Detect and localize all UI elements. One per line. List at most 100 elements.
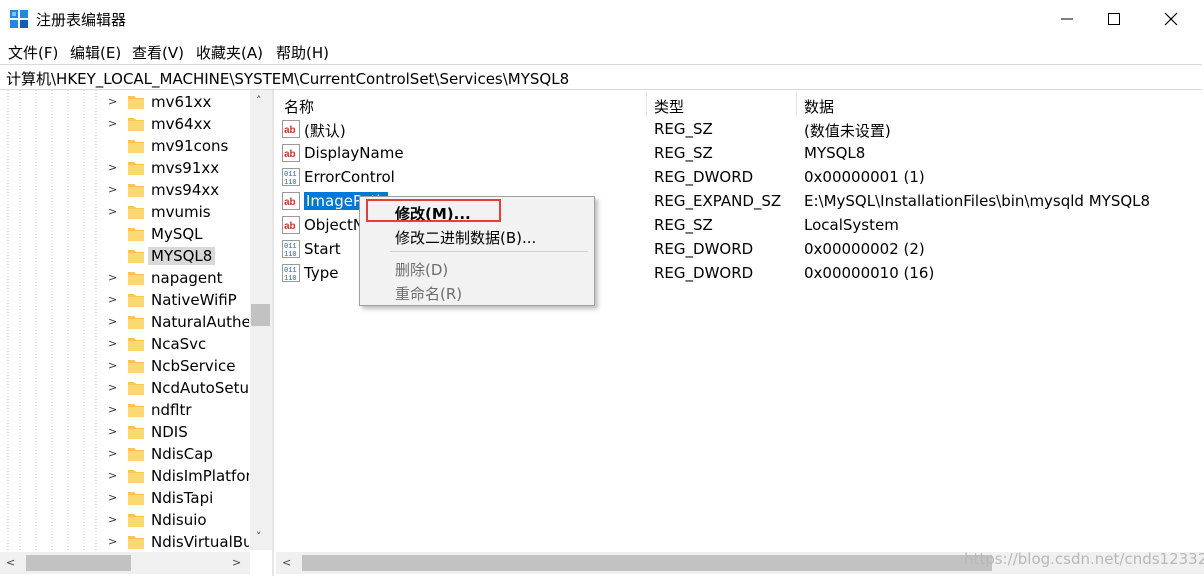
expand-chevron-icon[interactable]: >: [108, 359, 117, 372]
value-list-pane[interactable]: 名称 类型 数据 ab (默认) REG_SZ (数值未设置) ab DisplayNam…: [276, 90, 1204, 576]
maximize-icon: [1108, 13, 1120, 25]
svg-text:110: 110: [284, 179, 297, 186]
tree-item[interactable]: > NdisVirtualBu: [0, 531, 250, 553]
value-row[interactable]: 011 110 ErrorControl REG_DWORD 0x00000001 (1…: [276, 165, 1204, 189]
tree-item[interactable]: > mvs94xx: [0, 179, 250, 201]
value-type: REG_SZ: [654, 144, 713, 162]
expand-chevron-icon[interactable]: >: [108, 535, 117, 548]
value-name: (默认): [304, 122, 346, 140]
value-data: 0x00000010 (16): [804, 264, 935, 282]
menu-item-modify-binary[interactable]: 修改二进制数据(B)...: [395, 227, 536, 248]
tree-item-label: mv64xx: [151, 115, 212, 133]
folder-icon: [128, 514, 144, 527]
value-type: REG_SZ: [654, 216, 713, 234]
expand-chevron-icon[interactable]: >: [108, 381, 117, 394]
expand-chevron-icon[interactable]: >: [108, 403, 117, 416]
tree-horizontal-thumb[interactable]: [26, 555, 131, 571]
key-tree-pane[interactable]: > mv61xx > mv64xx mv91cons > mvs91xx > mvs94xx > m…: [0, 90, 274, 576]
value-data: 0x00000001 (1): [804, 168, 925, 186]
minimize-button[interactable]: [1044, 0, 1090, 38]
tree-item[interactable]: mv91cons: [0, 135, 250, 157]
folder-icon: [128, 536, 144, 549]
expand-chevron-icon[interactable]: >: [108, 425, 117, 438]
expand-chevron-icon[interactable]: >: [108, 271, 117, 284]
tree-vertical-scrollbar[interactable]: ˄ ˅: [250, 90, 272, 550]
svg-text:110: 110: [284, 275, 297, 282]
expand-chevron-icon[interactable]: >: [108, 95, 117, 108]
tree-item[interactable]: > NaturalAuthe: [0, 311, 250, 333]
close-button[interactable]: [1148, 0, 1194, 38]
address-bar[interactable]: 计算机\HKEY_LOCAL_MACHINE\SYSTEM\CurrentCon…: [0, 64, 1202, 90]
tree-item[interactable]: > NDIS: [0, 421, 250, 443]
tree-item-label: NcdAutoSetu: [151, 379, 249, 397]
tree-item-label: NativeWifiP: [151, 291, 237, 309]
tree-item[interactable]: MYSQL8: [0, 245, 250, 267]
scroll-down-icon[interactable]: ˅: [256, 530, 262, 543]
folder-icon: [128, 316, 144, 329]
tree-item[interactable]: > Ndisuio: [0, 509, 250, 531]
address-path[interactable]: 计算机\HKEY_LOCAL_MACHINE\SYSTEM\CurrentCon…: [6, 68, 569, 89]
menu-view[interactable]: 查看(V): [132, 42, 184, 63]
tree-item[interactable]: > NdisTapi: [0, 487, 250, 509]
scroll-right-icon[interactable]: >: [232, 556, 241, 569]
value-data: MYSQL8: [804, 144, 866, 162]
value-row[interactable]: ab (默认) REG_SZ (数值未设置): [276, 117, 1204, 141]
tree-horizontal-scrollbar[interactable]: < >: [0, 552, 250, 574]
scroll-up-icon[interactable]: ˄: [256, 94, 262, 107]
tree-item[interactable]: > NativeWifiP: [0, 289, 250, 311]
tree-item-label: napagent: [151, 269, 223, 287]
expand-chevron-icon[interactable]: >: [108, 293, 117, 306]
tree-item[interactable]: > mv64xx: [0, 113, 250, 135]
maximize-button[interactable]: [1091, 0, 1137, 38]
window-title: 注册表编辑器: [36, 11, 127, 29]
registry-editor-icon: [10, 10, 28, 28]
expand-chevron-icon[interactable]: >: [108, 117, 117, 130]
menu-edit[interactable]: 编辑(E): [70, 42, 121, 63]
tree-item-label: mv91cons: [151, 137, 229, 155]
menu-item-rename[interactable]: 重命名(R): [395, 283, 462, 304]
scroll-left-icon[interactable]: <: [282, 556, 291, 569]
folder-icon: [128, 206, 144, 219]
expand-chevron-icon[interactable]: >: [108, 447, 117, 460]
expand-chevron-icon[interactable]: >: [108, 205, 117, 218]
tree-item[interactable]: MySQL: [0, 223, 250, 245]
menu-item-delete[interactable]: 删除(D): [395, 259, 448, 280]
value-data: E:\MySQL\InstallationFiles\bin\mysqld MY…: [804, 192, 1151, 210]
folder-icon: [128, 294, 144, 307]
expand-chevron-icon[interactable]: >: [108, 469, 117, 482]
tree-item[interactable]: > NdisImPlatfor: [0, 465, 250, 487]
tree-item[interactable]: > mvs91xx: [0, 157, 250, 179]
tree-item[interactable]: > NcbService: [0, 355, 250, 377]
column-divider[interactable]: [646, 92, 647, 116]
svg-text:011: 011: [284, 243, 297, 251]
expand-chevron-icon[interactable]: >: [108, 183, 117, 196]
column-header-type[interactable]: 类型: [654, 96, 684, 117]
scroll-left-icon[interactable]: <: [6, 556, 15, 569]
menu-file[interactable]: 文件(F): [8, 42, 58, 63]
string-value-icon: ab: [282, 216, 300, 234]
tree-item[interactable]: > ndfltr: [0, 399, 250, 421]
column-header-data[interactable]: 数据: [804, 96, 834, 117]
list-horizontal-thumb[interactable]: [302, 555, 992, 571]
tree-vertical-thumb[interactable]: [251, 304, 270, 326]
tree-item[interactable]: > NcaSvc: [0, 333, 250, 355]
expand-chevron-icon[interactable]: >: [108, 315, 117, 328]
menu-help[interactable]: 帮助(H): [276, 42, 329, 63]
value-data: 0x00000002 (2): [804, 240, 925, 258]
folder-icon: [128, 448, 144, 461]
column-header-name[interactable]: 名称: [284, 96, 314, 117]
tree-item[interactable]: > NcdAutoSetu: [0, 377, 250, 399]
column-divider[interactable]: [796, 92, 797, 116]
tree-item-label: NcbService: [151, 357, 236, 375]
expand-chevron-icon[interactable]: >: [108, 491, 117, 504]
expand-chevron-icon[interactable]: >: [108, 513, 117, 526]
value-row[interactable]: ab DisplayName REG_SZ MYSQL8: [276, 141, 1204, 165]
tree-item[interactable]: > NdisCap: [0, 443, 250, 465]
menu-favorites[interactable]: 收藏夹(A): [196, 42, 263, 63]
tree-item[interactable]: > napagent: [0, 267, 250, 289]
expand-chevron-icon[interactable]: >: [108, 161, 117, 174]
tree-item[interactable]: > mvumis: [0, 201, 250, 223]
expand-chevron-icon[interactable]: >: [108, 337, 117, 350]
folder-icon: [128, 250, 144, 263]
tree-item[interactable]: > mv61xx: [0, 91, 250, 113]
